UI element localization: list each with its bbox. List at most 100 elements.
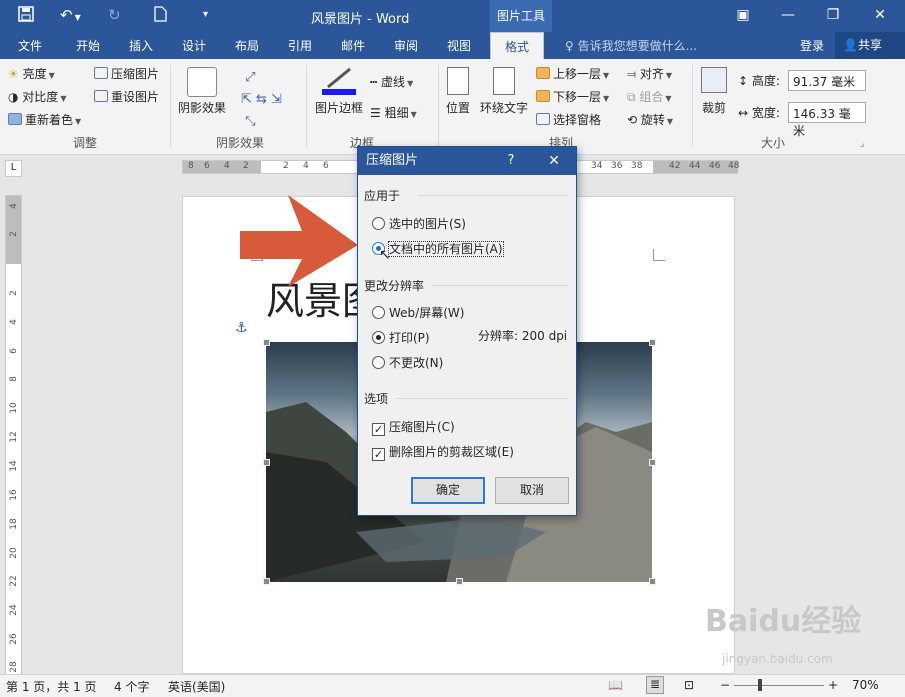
brightness-button[interactable]: ☀ 亮度 ▼ xyxy=(8,65,55,82)
undo-icon[interactable]: ↶ ▼ xyxy=(60,6,81,27)
tab-layout[interactable]: 布局 xyxy=(235,37,259,54)
restore-icon[interactable]: ❐ xyxy=(818,4,848,26)
apply-selected-radio[interactable]: 选中的图片(S) xyxy=(372,215,466,232)
tell-me-box[interactable]: ♀ 告诉我您想要做什么... xyxy=(565,37,697,54)
ruler-label: 2 xyxy=(9,290,19,296)
width-input[interactable]: 146.33 毫米 xyxy=(788,102,866,138)
resize-handle[interactable] xyxy=(649,459,656,466)
page-count[interactable]: 第 1 页，共 1 页 xyxy=(6,678,97,695)
tab-insert[interactable]: 插入 xyxy=(129,37,153,54)
compress-pictures-button[interactable]: 压缩图片 xyxy=(94,65,159,82)
resolution-nochange-radio[interactable]: 不更改(N) xyxy=(372,354,443,371)
picture-border-button[interactable]: 图片边框 xyxy=(315,99,363,116)
delete-cropped-areas-checkbox[interactable]: ✓ 删除图片的剪裁区域(E) xyxy=(372,443,514,461)
dashes-button[interactable]: ┅ 虚线 ▼ xyxy=(370,73,413,90)
zoom-slider[interactable] xyxy=(734,685,824,686)
print-layout-icon[interactable]: ≣ xyxy=(646,676,664,694)
radio-circle xyxy=(372,217,385,230)
resize-handle[interactable] xyxy=(649,339,656,346)
group-objects-button[interactable]: ⧉ 组合 ▼ xyxy=(627,88,672,105)
minimize-icon[interactable]: — xyxy=(773,4,803,26)
weight-button[interactable]: ☰ 粗细 ▼ xyxy=(370,104,417,121)
ruler-label: 2 xyxy=(9,231,19,237)
reset-picture-button[interactable]: 重设图片 xyxy=(94,88,159,105)
send-backward-button[interactable]: 下移一层 ▼ xyxy=(536,88,609,105)
zoom-out-icon[interactable]: − xyxy=(720,678,730,692)
ruler-label: 24 xyxy=(9,604,19,616)
contrast-label: 对比度 xyxy=(22,90,59,104)
tab-mailings[interactable]: 邮件 xyxy=(341,37,365,54)
vertical-scrollbar[interactable] xyxy=(890,175,905,674)
resize-handle[interactable] xyxy=(263,578,270,585)
redo-icon[interactable]: ↻ xyxy=(108,6,121,24)
tab-references[interactable]: 引用 xyxy=(288,37,312,54)
contrast-icon: ◑ xyxy=(8,90,23,104)
word-count[interactable]: 4 个字 xyxy=(114,678,149,695)
resolution-print-radio[interactable]: 打印(P) xyxy=(372,329,430,346)
language-indicator[interactable]: 英语(美国) xyxy=(168,678,225,695)
share-button[interactable]: 👤共享 xyxy=(835,32,905,59)
cancel-button[interactable]: 取消 xyxy=(495,477,569,504)
tab-review[interactable]: 审阅 xyxy=(394,37,418,54)
size-dialog-launcher-icon[interactable]: ⌟ xyxy=(860,139,864,149)
ruler-label: 10 xyxy=(9,402,19,414)
baidu-watermark-url: jingyan.baidu.com xyxy=(722,652,833,666)
save-icon[interactable] xyxy=(18,6,34,26)
position-button[interactable]: 位置 xyxy=(446,99,470,116)
dialog-title: 压缩图片 xyxy=(366,153,419,168)
wrap-text-icon xyxy=(493,67,515,95)
shadow-nudge-icons[interactable]: ⤢ ⇱ ⇆ ⇲ ⤡ xyxy=(241,67,282,133)
help-button[interactable]: ? xyxy=(504,147,518,175)
shadow-effects-icon[interactable] xyxy=(187,67,217,97)
resize-handle[interactable] xyxy=(263,339,270,346)
anchor-icon[interactable]: ⚓ xyxy=(235,320,248,336)
apply-all-radio[interactable]: 文档中的所有图片(A) xyxy=(372,240,504,257)
rotate-button[interactable]: ⟲ 旋转 ▼ xyxy=(627,111,673,128)
zoom-in-icon[interactable]: + xyxy=(828,678,838,692)
picture-border-label: 图片边框 xyxy=(315,101,364,115)
ruler-label: 14 xyxy=(9,460,19,472)
dialog-close-button[interactable]: ✕ xyxy=(545,147,563,175)
customize-qat-icon[interactable]: ▾ xyxy=(203,6,208,24)
align-button[interactable]: ⫤ 对齐 ▼ xyxy=(627,65,672,82)
wrap-text-button[interactable]: 环绕文字 xyxy=(480,99,528,116)
selection-pane-icon xyxy=(536,113,550,125)
zoom-slider-thumb[interactable] xyxy=(758,679,762,691)
height-input[interactable]: 91.37 毫米 xyxy=(788,70,866,91)
tab-design[interactable]: 设计 xyxy=(182,37,206,54)
bring-forward-button[interactable]: 上移一层 ▼ xyxy=(536,65,609,82)
recolor-button[interactable]: 重新着色 ▼ xyxy=(8,111,81,128)
group-shadow-label: 阴影效果 xyxy=(216,136,265,150)
selection-pane-button[interactable]: 选择窗格 xyxy=(536,111,601,128)
resize-handle[interactable] xyxy=(456,578,463,585)
tab-file[interactable]: 文件 xyxy=(18,37,42,54)
ruler-label: 4 xyxy=(224,161,230,171)
resolution-web-radio[interactable]: Web/屏幕(W) xyxy=(372,304,464,321)
tab-selector[interactable]: L xyxy=(5,160,22,177)
resize-handle[interactable] xyxy=(649,578,656,585)
ok-button[interactable]: 确定 xyxy=(411,477,485,504)
ribbon-display-options-icon[interactable]: ▣ xyxy=(728,4,758,26)
tab-format[interactable]: 格式 xyxy=(490,32,545,59)
resize-handle[interactable] xyxy=(263,459,270,466)
vertical-ruler[interactable]: 4 2 2 4 6 8 10 12 14 16 18 20 22 24 26 2… xyxy=(5,195,22,677)
ruler-label: 26 xyxy=(9,633,19,645)
weight-label: 粗细 xyxy=(384,106,409,120)
ruler-label: 44 xyxy=(689,161,701,171)
shadow-effects-button[interactable]: 阴影效果 xyxy=(178,99,226,116)
zoom-level[interactable]: 70% xyxy=(852,678,879,692)
checkmark-icon: ✓ xyxy=(372,448,385,461)
tab-view[interactable]: 视图 xyxy=(447,37,471,54)
compress-pictures-checkbox[interactable]: ✓ 压缩图片(C) xyxy=(372,418,455,436)
new-document-icon[interactable] xyxy=(154,6,167,26)
radio-circle xyxy=(372,331,385,344)
close-icon[interactable]: ✕ xyxy=(865,4,895,26)
crop-button[interactable]: 裁剪 xyxy=(702,99,726,116)
tab-home[interactable]: 开始 xyxy=(76,37,100,54)
sign-in-link[interactable]: 登录 xyxy=(800,37,824,54)
read-mode-icon[interactable]: 📖 xyxy=(608,678,623,692)
ruler-label: 36 xyxy=(611,161,623,171)
ruler-label: 16 xyxy=(9,489,19,501)
contrast-button[interactable]: ◑ 对比度 ▼ xyxy=(8,88,66,105)
web-layout-icon[interactable]: ⊡ xyxy=(684,678,694,692)
